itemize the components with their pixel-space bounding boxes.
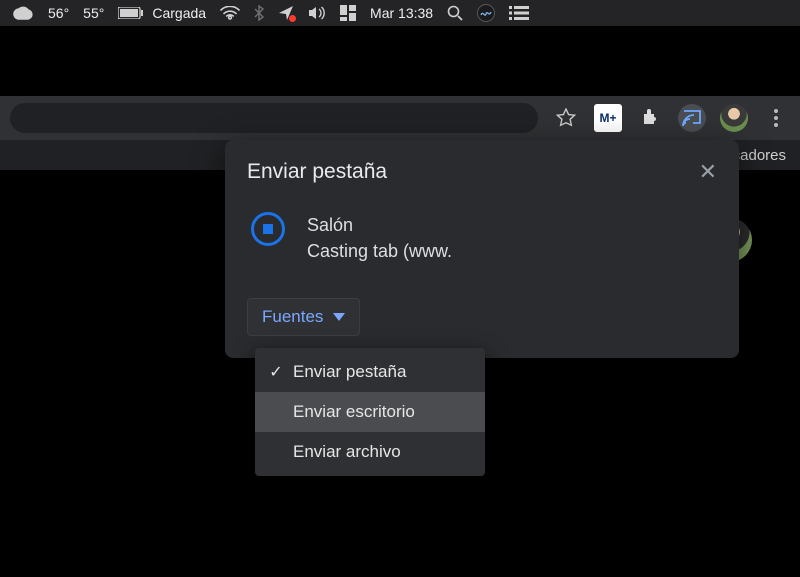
window-gap: [0, 26, 800, 96]
cast-icon[interactable]: [678, 104, 706, 132]
source-option-label: Enviar pestaña: [293, 362, 406, 382]
spotlight-icon[interactable]: [447, 5, 463, 21]
creative-cloud-icon[interactable]: [12, 6, 34, 20]
clock[interactable]: Mar 13:38: [370, 5, 433, 21]
star-icon[interactable]: [552, 104, 580, 132]
source-option-label: Enviar archivo: [293, 442, 401, 462]
cast-panel-title: Enviar pestaña: [247, 160, 699, 184]
browser-toolbar: M+: [0, 96, 800, 140]
sources-button[interactable]: Fuentes: [247, 298, 360, 336]
cast-device-name: Salón: [307, 212, 452, 238]
list-icon[interactable]: [509, 6, 529, 20]
location-icon[interactable]: [278, 5, 294, 21]
address-bar[interactable]: [10, 103, 538, 133]
sources-label: Fuentes: [262, 307, 323, 327]
movistar-ext-icon[interactable]: M+: [594, 104, 622, 132]
cast-device-status: Casting tab (www.: [307, 238, 452, 264]
source-option-file[interactable]: Enviar archivo: [255, 432, 485, 472]
source-option-tab[interactable]: ✓ Enviar pestaña: [255, 352, 485, 392]
close-icon[interactable]: ✕: [699, 161, 717, 183]
bluetooth-icon[interactable]: [254, 5, 264, 21]
profile-avatar[interactable]: [720, 104, 748, 132]
source-option-label: Enviar escritorio: [293, 402, 415, 422]
volume-icon[interactable]: [308, 6, 326, 20]
siri-icon[interactable]: [477, 4, 495, 22]
macos-menubar: 56° 55° Cargada Mar 13:38: [0, 0, 800, 26]
battery-status[interactable]: Cargada: [118, 5, 206, 21]
cast-device-row[interactable]: Salón Casting tab (www.: [251, 212, 717, 264]
battery-label: Cargada: [152, 5, 206, 21]
sources-dropdown: ✓ Enviar pestaña Enviar escritorio Envia…: [255, 348, 485, 476]
stop-cast-icon[interactable]: [251, 212, 285, 246]
kebab-menu-icon[interactable]: [762, 104, 790, 132]
temp-1[interactable]: 56°: [48, 5, 69, 21]
grid-icon[interactable]: [340, 5, 356, 21]
check-icon: ✓: [267, 362, 285, 382]
source-option-desktop[interactable]: Enviar escritorio: [255, 392, 485, 432]
chevron-down-icon: [333, 313, 345, 321]
wifi-icon[interactable]: [220, 6, 240, 20]
temp-2[interactable]: 55°: [83, 5, 104, 21]
cast-panel: Enviar pestaña ✕ Salón Casting tab (www.…: [225, 140, 739, 358]
extensions-icon[interactable]: [636, 104, 664, 132]
